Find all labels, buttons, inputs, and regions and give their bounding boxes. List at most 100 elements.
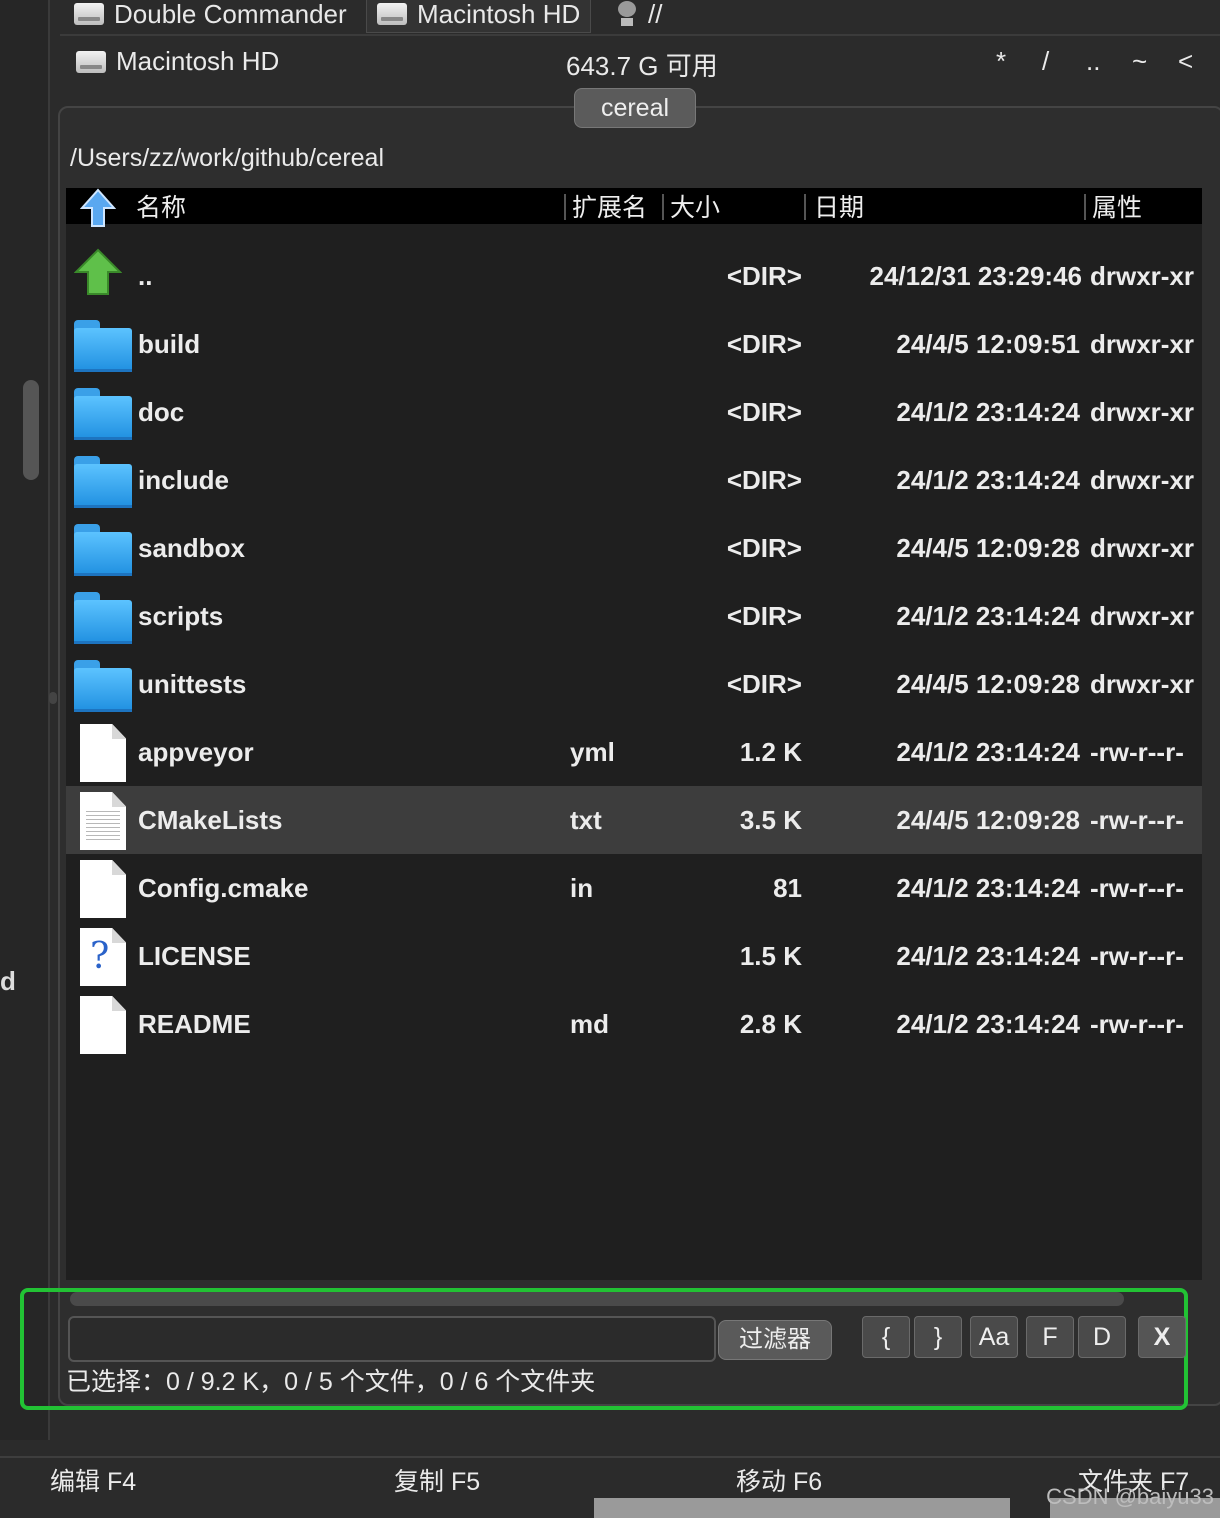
file-row[interactable]: include <DIR> 24/1/2 23:14:24 drwxr-xr	[66, 446, 1202, 514]
file-name: appveyor	[138, 737, 254, 767]
sort-up-arrow-icon[interactable]	[80, 188, 116, 228]
column-header-ext[interactable]: 扩展名	[572, 190, 647, 226]
quick-filter-input[interactable]	[68, 1316, 716, 1362]
close-filter-button[interactable]: X	[1138, 1316, 1186, 1358]
file-date: 24/1/2 23:14:24	[896, 737, 1080, 767]
watermark: CSDN @baiyu33	[1046, 1484, 1214, 1509]
file-date: 24/1/2 23:14:24	[896, 941, 1080, 971]
file-row[interactable]: ? LICENSE 1.5 K 24/1/2 23:14:24 -rw-r--r…	[66, 922, 1202, 990]
file-size: <DIR>	[726, 397, 802, 427]
file-size: <DIR>	[726, 329, 802, 359]
file-list[interactable]: 名称 扩展名 大小 日期 属性 .. <DIR> 24/12/31 23:29:…	[66, 188, 1202, 1280]
file-name: README	[138, 1009, 251, 1039]
panel-splitter[interactable]	[49, 692, 57, 704]
files-only-toggle[interactable]: F	[1026, 1316, 1074, 1358]
case-sensitive-toggle[interactable]: Aa	[970, 1316, 1018, 1358]
hard-drive-icon	[377, 3, 407, 25]
drive-tab-network[interactable]: //	[606, 0, 672, 32]
match-ending-toggle[interactable]: }	[914, 1316, 962, 1358]
nav-root-button[interactable]: /	[1042, 46, 1049, 77]
file-attr: drwxr-xr	[1090, 261, 1195, 291]
file-name: LICENSE	[138, 941, 251, 971]
file-name: unittests	[138, 669, 247, 699]
left-panel-text-fragment: d	[0, 966, 16, 996]
nav-root-star-button[interactable]: *	[996, 46, 1006, 77]
file-row[interactable]: doc <DIR> 24/1/2 23:14:24 drwxr-xr	[66, 378, 1202, 446]
file-attr: -rw-r--r-	[1090, 941, 1184, 971]
file-date: 24/4/5 12:09:28	[896, 805, 1080, 835]
function-bar-strip	[594, 1498, 1010, 1518]
folder-icon	[74, 588, 132, 644]
drive-tab-macintosh-hd[interactable]: Macintosh HD	[366, 0, 592, 33]
file-date: 24/12/31 23:29:46	[869, 261, 1082, 291]
column-header-name[interactable]: 名称	[136, 190, 186, 226]
file-date: 24/4/5 12:09:28	[896, 533, 1080, 563]
file-size: 1.5 K	[739, 941, 802, 971]
filter-button[interactable]: 过滤器	[718, 1320, 832, 1360]
network-icon	[616, 1, 638, 27]
file-attr: drwxr-xr	[1090, 669, 1195, 699]
match-beginning-toggle[interactable]: {	[862, 1316, 910, 1358]
file-icon	[74, 860, 132, 918]
file-row[interactable]: sandbox <DIR> 24/4/5 12:09:28 drwxr-xr	[66, 514, 1202, 582]
column-separator[interactable]	[1084, 194, 1086, 220]
drive-tab-label: //	[648, 0, 663, 29]
file-name: ..	[138, 261, 153, 291]
file-row[interactable]: unittests <DIR> 24/4/5 12:09:28 drwxr-xr	[66, 650, 1202, 718]
file-row[interactable]: scripts <DIR> 24/1/2 23:14:24 drwxr-xr	[66, 582, 1202, 650]
column-separator[interactable]	[564, 194, 566, 220]
file-row[interactable]: appveyor yml 1.2 K 24/1/2 23:14:24 -rw-r…	[66, 718, 1202, 786]
folder-icon	[74, 520, 132, 576]
directories-only-toggle[interactable]: D	[1078, 1316, 1126, 1358]
file-row[interactable]: README md 2.8 K 24/1/2 23:14:24 -rw-r--r…	[66, 990, 1202, 1058]
file-size: <DIR>	[726, 669, 802, 699]
selection-status: 已选择：0 / 9.2 K，0 / 5 个文件，0 / 6 个文件夹	[66, 1368, 596, 1396]
file-name: include	[138, 465, 230, 495]
copy-f5-button[interactable]: 复制 F5	[394, 1462, 480, 1498]
file-name: build	[138, 329, 201, 359]
edit-f4-button[interactable]: 编辑 F4	[50, 1462, 136, 1498]
file-name: doc	[138, 397, 185, 427]
file-date: 24/1/2 23:14:24	[896, 873, 1080, 903]
file-date: 24/4/5 12:09:28	[896, 669, 1080, 699]
file-attr: drwxr-xr	[1090, 329, 1195, 359]
file-date: 24/4/5 12:09:51	[896, 329, 1080, 359]
current-path[interactable]: /Users/zz/work/github/cereal	[68, 140, 1204, 176]
nav-back-button[interactable]: <	[1178, 46, 1193, 77]
nav-parent-button[interactable]: ..	[1086, 46, 1100, 77]
file-attr: drwxr-xr	[1090, 533, 1195, 563]
column-header-attr[interactable]: 属性	[1092, 190, 1142, 226]
column-separator[interactable]	[804, 194, 806, 220]
file-date: 24/1/2 23:14:24	[896, 601, 1080, 631]
disk-info-bar: Macintosh HD 643.7 G 可用 * / .. ~ <	[76, 42, 1200, 84]
nav-home-button[interactable]: ~	[1132, 46, 1147, 77]
move-f6-button[interactable]: 移动 F6	[736, 1462, 822, 1498]
disk-name[interactable]: Macintosh HD	[76, 46, 279, 77]
drive-tab-label: Double Commander	[114, 0, 347, 29]
column-separator[interactable]	[662, 194, 664, 220]
file-name: Config.cmake	[138, 873, 309, 903]
file-attr: drwxr-xr	[1090, 397, 1195, 427]
file-ext: in	[570, 873, 594, 903]
left-panel-scrollbar[interactable]	[23, 380, 39, 480]
file-icon	[74, 724, 132, 782]
file-row[interactable]: Config.cmake in 81 24/1/2 23:14:24 -rw-r…	[66, 854, 1202, 922]
disk-name-label: Macintosh HD	[116, 46, 280, 76]
column-header-size[interactable]: 大小	[670, 190, 720, 226]
file-row-parent[interactable]: .. <DIR> 24/12/31 23:29:46 drwxr-xr	[66, 242, 1202, 310]
file-date: 24/1/2 23:14:24	[896, 465, 1080, 495]
file-size: <DIR>	[726, 465, 802, 495]
file-attr: drwxr-xr	[1090, 601, 1195, 631]
file-date: 24/1/2 23:14:24	[896, 1009, 1080, 1039]
folder-icon	[74, 316, 132, 372]
folder-tab-cereal[interactable]: cereal	[574, 88, 696, 128]
file-name: sandbox	[138, 533, 245, 563]
file-name: CMakeLists	[138, 805, 283, 835]
drive-tab-double-commander[interactable]: Double Commander	[64, 0, 357, 32]
file-row[interactable]: build <DIR> 24/4/5 12:09:51 drwxr-xr	[66, 310, 1202, 378]
column-header-date[interactable]: 日期	[814, 190, 864, 226]
unknown-file-icon: ?	[74, 928, 132, 986]
file-name: scripts	[138, 601, 224, 631]
file-row-selected[interactable]: CMakeLists txt 3.5 K 24/4/5 12:09:28 -rw…	[66, 786, 1202, 854]
drive-tab-bar: Double Commander Macintosh HD //	[60, 0, 1220, 36]
